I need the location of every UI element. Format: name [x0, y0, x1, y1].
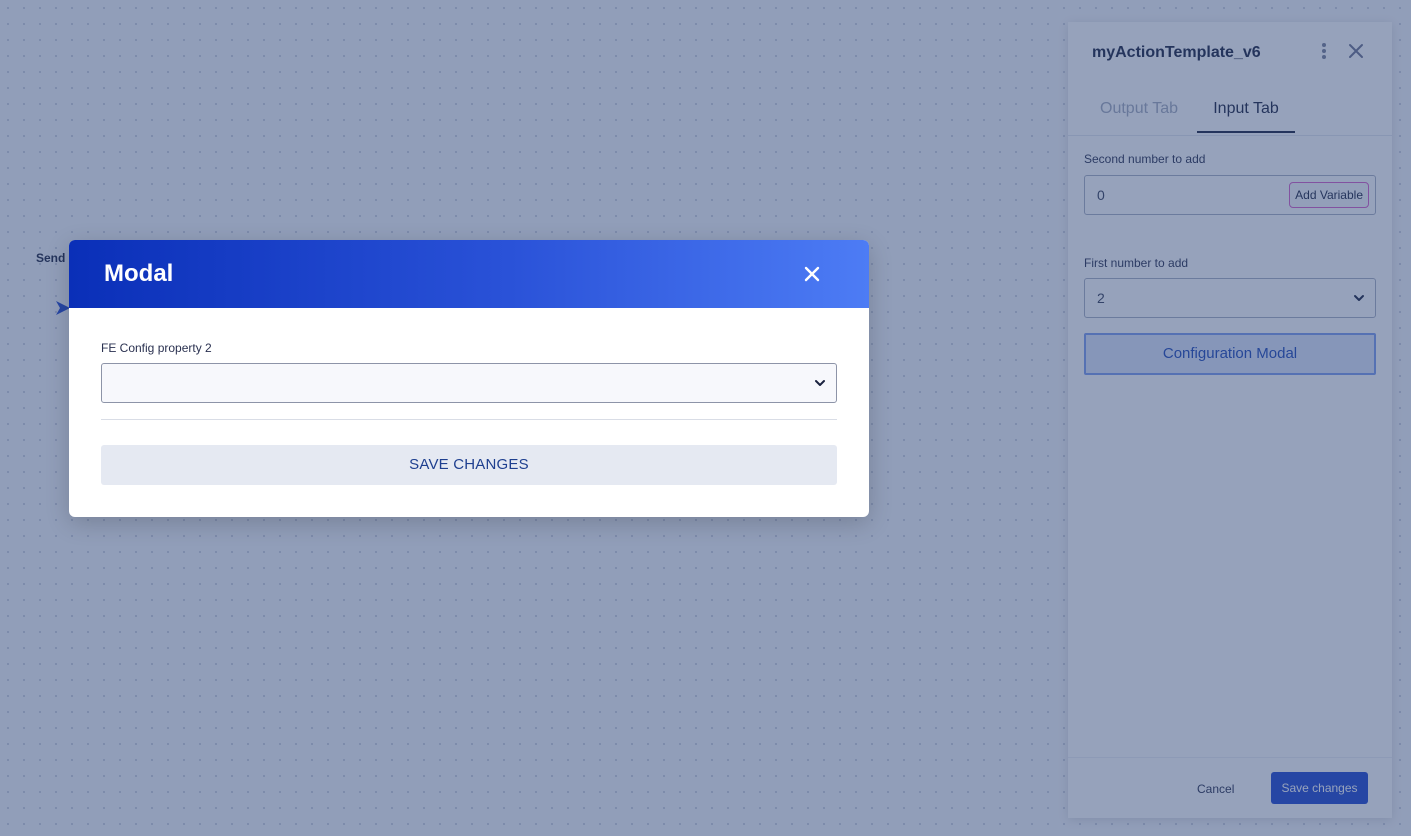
chevron-down-icon — [815, 380, 825, 386]
close-icon[interactable] — [803, 265, 821, 283]
modal-divider — [101, 419, 837, 420]
fe-config-property-label: FE Config property 2 — [101, 341, 212, 355]
modal-save-changes-button[interactable]: SAVE CHANGES — [101, 445, 837, 485]
modal-dialog: Modal FE Config property 2 SAVE CHANGES — [69, 240, 869, 517]
modal-header: Modal — [69, 240, 869, 308]
modal-title: Modal — [104, 260, 174, 287]
fe-config-property-select[interactable] — [101, 363, 837, 403]
